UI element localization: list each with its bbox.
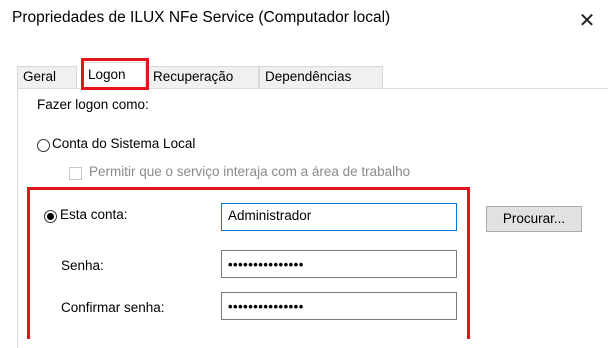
tab-geral[interactable]: Geral xyxy=(17,66,77,88)
desktop-interact-checkbox[interactable] xyxy=(69,167,82,180)
title-bar: Propriedades de ILUX NFe Service (Comput… xyxy=(0,0,608,40)
browse-button-label: Procurar... xyxy=(502,211,566,226)
desktop-interact-label: Permitir que o serviço interaja com a ár… xyxy=(89,164,411,179)
browse-button[interactable]: Procurar... xyxy=(486,206,582,232)
tab-label: Logon xyxy=(88,67,126,82)
account-name-value: Administrador xyxy=(228,208,312,223)
this-account-label[interactable]: Esta conta: xyxy=(60,207,128,222)
close-icon: ✕ xyxy=(578,9,596,32)
tab-logon[interactable]: Logon xyxy=(82,62,146,89)
password-label: Senha: xyxy=(61,258,104,273)
this-account-radio[interactable] xyxy=(44,210,57,223)
local-system-radio[interactable] xyxy=(37,139,50,152)
tab-recuperacao[interactable]: Recuperação xyxy=(147,66,259,88)
tab-label: Recuperação xyxy=(153,69,234,84)
close-button[interactable]: ✕ xyxy=(570,4,604,36)
window-title: Propriedades de ILUX NFe Service (Comput… xyxy=(12,9,391,26)
local-system-label[interactable]: Conta do Sistema Local xyxy=(52,136,195,151)
logon-as-label: Fazer logon como: xyxy=(37,97,149,112)
password-input[interactable]: ••••••••••••••• xyxy=(221,250,457,278)
confirm-password-input[interactable]: ••••••••••••••• xyxy=(221,292,457,320)
confirm-password-label: Confirmar senha: xyxy=(61,300,165,315)
tab-label: Geral xyxy=(23,69,57,84)
account-name-input[interactable]: Administrador xyxy=(221,203,457,231)
tab-dependencias[interactable]: Dependências xyxy=(259,66,383,88)
tab-label: Dependências xyxy=(265,69,352,84)
password-value: ••••••••••••••• xyxy=(228,257,304,272)
confirm-password-value: ••••••••••••••• xyxy=(228,299,304,314)
